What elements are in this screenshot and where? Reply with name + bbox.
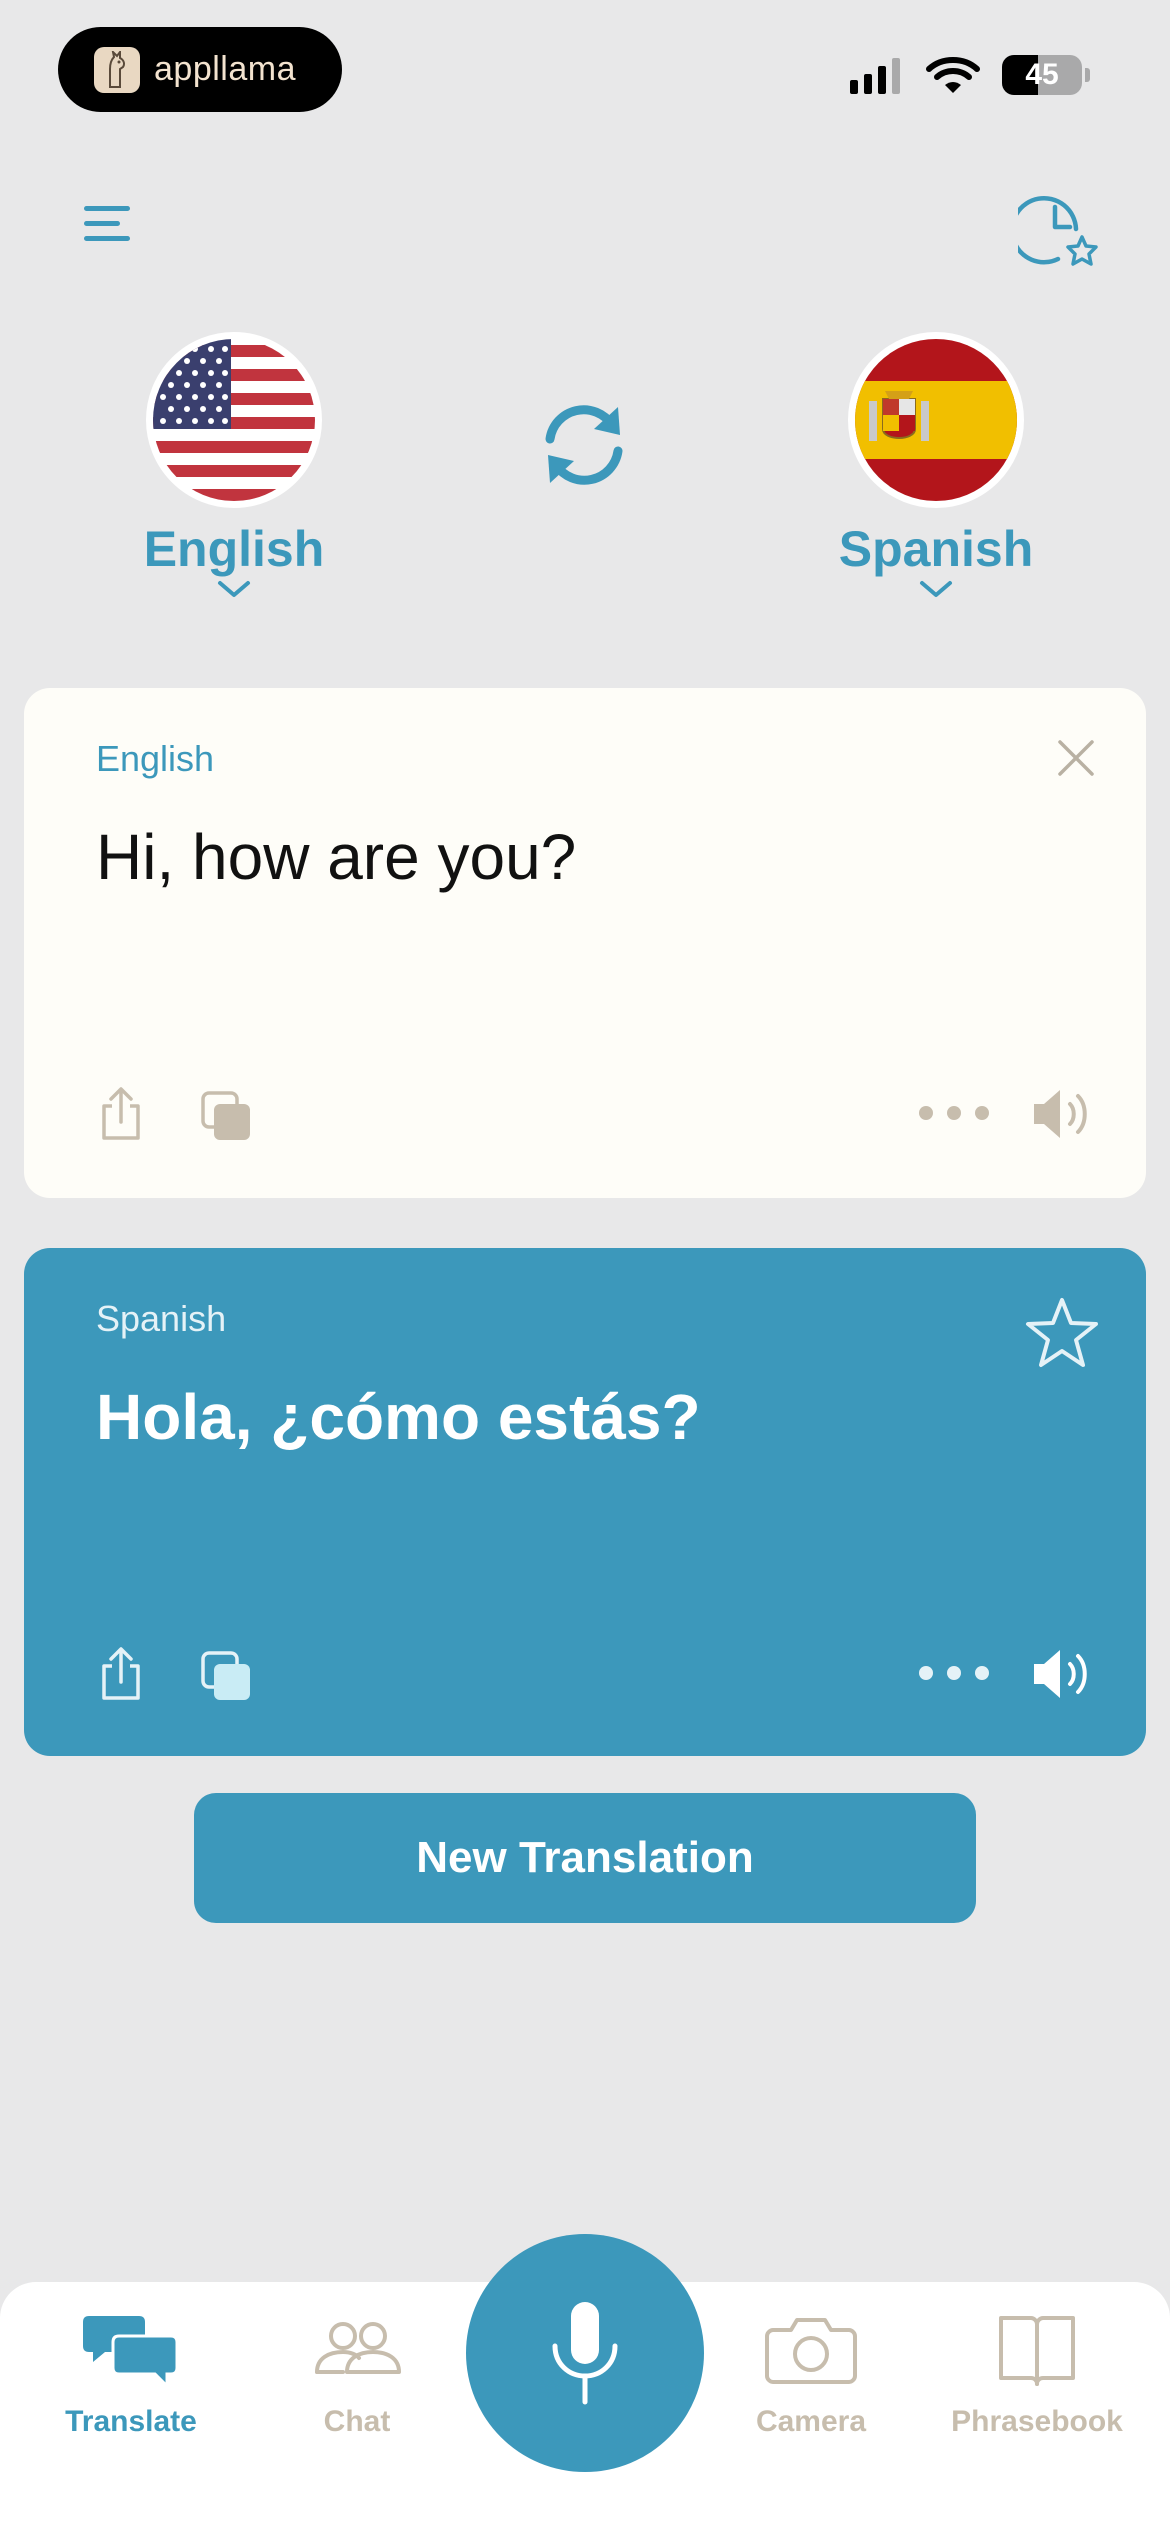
- copy-icon[interactable]: [200, 1650, 254, 1704]
- close-icon[interactable]: [1054, 736, 1098, 780]
- wifi-icon: [926, 57, 980, 93]
- swap-languages-icon[interactable]: [532, 395, 636, 495]
- chevron-down-icon: [920, 581, 952, 597]
- cellular-signal-icon: [850, 56, 900, 94]
- chevron-down-icon: [218, 581, 250, 597]
- us-flag-icon: [146, 332, 322, 508]
- book-icon: [999, 2316, 1075, 2386]
- more-options-icon[interactable]: [916, 1102, 992, 1124]
- tab-camera-label: Camera: [755, 2405, 867, 2438]
- microphone-button[interactable]: [466, 2234, 704, 2472]
- app-pill-label: appllama: [154, 50, 296, 88]
- tab-phrasebook[interactable]: Phrasebook: [922, 2310, 1152, 2439]
- source-language-name: English: [143, 521, 325, 577]
- menu-icon[interactable]: [80, 200, 136, 248]
- speaker-icon[interactable]: [1030, 1086, 1096, 1142]
- tab-phrasebook-label: Phrasebook: [951, 2405, 1123, 2438]
- spain-flag-icon: [848, 332, 1024, 508]
- source-language-selector[interactable]: English: [114, 332, 354, 600]
- tab-translate-label: Translate: [65, 2405, 197, 2438]
- share-icon[interactable]: [98, 1646, 144, 1702]
- translated-text[interactable]: Hola, ¿cómo estás?: [96, 1380, 701, 1454]
- source-card-label: English: [96, 738, 215, 779]
- new-translation-button[interactable]: New Translation: [194, 1793, 976, 1923]
- target-language-name: Spanish: [838, 521, 1034, 577]
- app-pill[interactable]: appllama: [58, 27, 342, 112]
- source-text[interactable]: Hi, how are you?: [96, 820, 576, 894]
- tab-chat-label: Chat: [323, 2405, 391, 2438]
- tab-translate[interactable]: Translate: [16, 2310, 246, 2439]
- camera-icon: [765, 2318, 857, 2384]
- chat-bubbles-icon: [83, 2316, 179, 2390]
- copy-icon[interactable]: [200, 1090, 254, 1144]
- more-options-icon[interactable]: [916, 1662, 992, 1684]
- target-language-selector[interactable]: Spanish: [816, 332, 1056, 600]
- people-icon: [315, 2322, 401, 2374]
- translation-result-card[interactable]: Spanish Hola, ¿cómo estás?: [24, 1248, 1146, 1756]
- tab-chat[interactable]: Chat: [242, 2310, 472, 2439]
- battery-percentage: 45: [1025, 58, 1059, 91]
- star-icon[interactable]: [1024, 1296, 1100, 1370]
- tab-camera[interactable]: Camera: [696, 2310, 926, 2439]
- target-card-label: Spanish: [96, 1298, 227, 1339]
- source-text-card[interactable]: English Hi, how are you?: [24, 688, 1146, 1198]
- battery-icon: 45: [1002, 55, 1082, 95]
- speaker-icon[interactable]: [1030, 1646, 1096, 1702]
- history-favorites-icon[interactable]: [1018, 185, 1104, 271]
- llama-logo-icon: [94, 46, 140, 93]
- share-icon[interactable]: [98, 1086, 144, 1142]
- microphone-icon: [552, 2302, 618, 2405]
